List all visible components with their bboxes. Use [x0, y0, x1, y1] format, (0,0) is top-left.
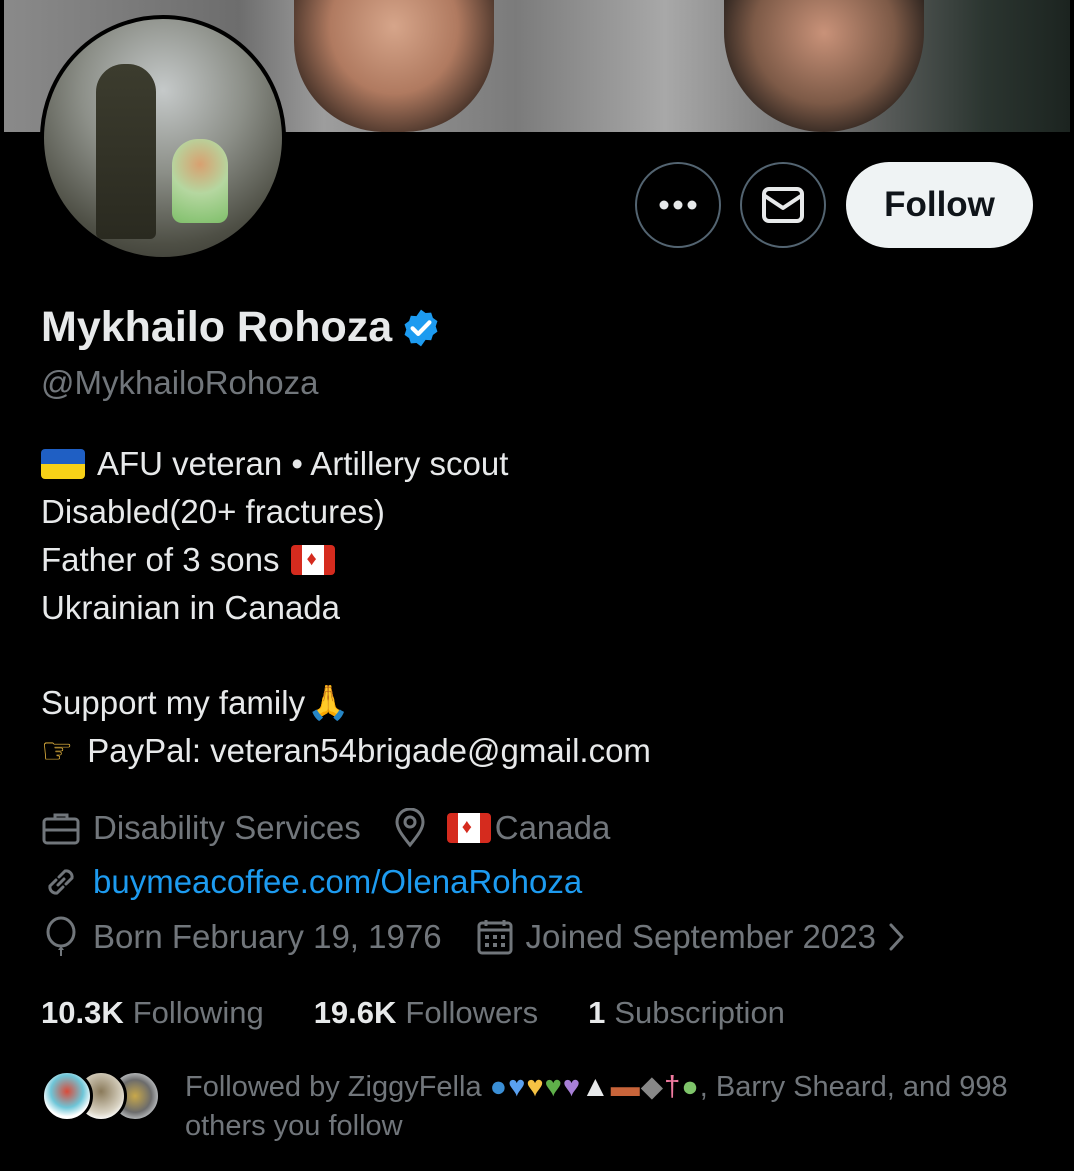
followers-label: Followers: [405, 995, 539, 1030]
banner-person-right: [724, 0, 924, 132]
website-link[interactable]: buymeacoffee.com/OlenaRohoza: [93, 863, 582, 901]
meta-row-dates: Born February 19, 1976 Joined September …: [41, 916, 908, 958]
display-name: Mykhailo Rohoza: [41, 303, 393, 351]
following-label: Following: [132, 995, 264, 1030]
bio-text: PayPal: veteran54brigade@gmail.com: [87, 732, 651, 769]
message-button[interactable]: [740, 162, 826, 248]
profile-location: Canada: [494, 809, 611, 846]
bio-text: Support my family: [41, 684, 306, 721]
bio-line: Ukrainian in Canada: [41, 584, 651, 632]
verified-badge-icon[interactable]: [400, 307, 442, 349]
avatar-soldier-figure: [96, 64, 156, 239]
emoji-decoration-icon: ●♥♥♥♥▲▬◆†●: [489, 1071, 700, 1103]
followers-count: 19.6K: [313, 995, 397, 1030]
bio-line: ☞ PayPal: veteran54brigade@gmail.com: [41, 727, 651, 775]
praying-hands-icon: 🙏: [307, 684, 350, 722]
bio-text: AFU veteran • Artillery scout: [97, 445, 509, 482]
subscriptions-stat[interactable]: 1 Subscription: [588, 995, 785, 1031]
profile-stats: 10.3K Following 19.6K Followers 1 Subscript…: [41, 995, 835, 1031]
avatar: [41, 1070, 93, 1122]
bio-text: Father of 3 sons: [41, 541, 280, 578]
more-options-button[interactable]: [635, 162, 721, 248]
canada-flag-icon: [291, 545, 336, 575]
meta-row-category-location: Disability Services Canada: [41, 808, 610, 848]
pointing-hand-icon: ☞: [41, 730, 74, 771]
link-icon: [48, 869, 74, 895]
profile-joined-date: Joined September 2023: [525, 918, 876, 955]
followers-stat[interactable]: 19.6K Followers: [314, 995, 538, 1031]
bio-line: Disabled(20+ fractures): [41, 488, 651, 536]
bio-line: AFU veteran • Artillery scout: [41, 440, 651, 488]
canada-flag-icon: [446, 813, 491, 843]
following-count: 10.3K: [41, 995, 124, 1030]
followed-by-text: Followed by ZiggyFella ●♥♥♥♥▲▬◆†●, Barry…: [185, 1068, 1045, 1146]
location-pin-icon: [395, 808, 425, 848]
name-row: Mykhailo Rohoza: [41, 303, 442, 352]
avatar-dog-figure: [172, 139, 228, 223]
following-stat[interactable]: 10.3K Following: [41, 995, 264, 1031]
followed-by-prefix: Followed by ZiggyFella: [185, 1071, 482, 1103]
followed-by-section[interactable]: Followed by ZiggyFella ●♥♥♥♥▲▬◆†●, Barry…: [41, 1068, 1045, 1146]
bio-text: Ukrainian in Canada: [41, 589, 341, 626]
envelope-icon: [762, 187, 804, 223]
ukraine-flag-icon: [41, 449, 85, 479]
bio-text: Disabled(20+ fractures): [41, 493, 385, 530]
profile-handle: @MykhailoRohoza: [41, 364, 319, 401]
subscriptions-count: 1: [588, 995, 606, 1030]
profile-bio: AFU veteran • Artillery scout Disabled(2…: [41, 440, 651, 775]
banner-person-left: [294, 0, 494, 132]
balloon-icon: [46, 916, 76, 956]
mutual-avatars: [41, 1068, 161, 1124]
profile-avatar[interactable]: [40, 15, 286, 261]
subscriptions-label: Subscription: [614, 995, 785, 1030]
meta-row-website: buymeacoffee.com/OlenaRohoza: [41, 862, 582, 902]
chevron-right-icon[interactable]: [886, 920, 908, 954]
profile-category: Disability Services: [93, 809, 361, 846]
follow-button[interactable]: Follow: [846, 162, 1033, 248]
briefcase-icon: [42, 813, 80, 845]
bio-line: Father of 3 sons: [41, 536, 651, 584]
bio-line: Support my family 🙏: [41, 679, 651, 727]
calendar-icon: [477, 920, 513, 955]
profile-birthday: Born February 19, 1976: [93, 918, 442, 955]
more-icon: [659, 200, 697, 210]
